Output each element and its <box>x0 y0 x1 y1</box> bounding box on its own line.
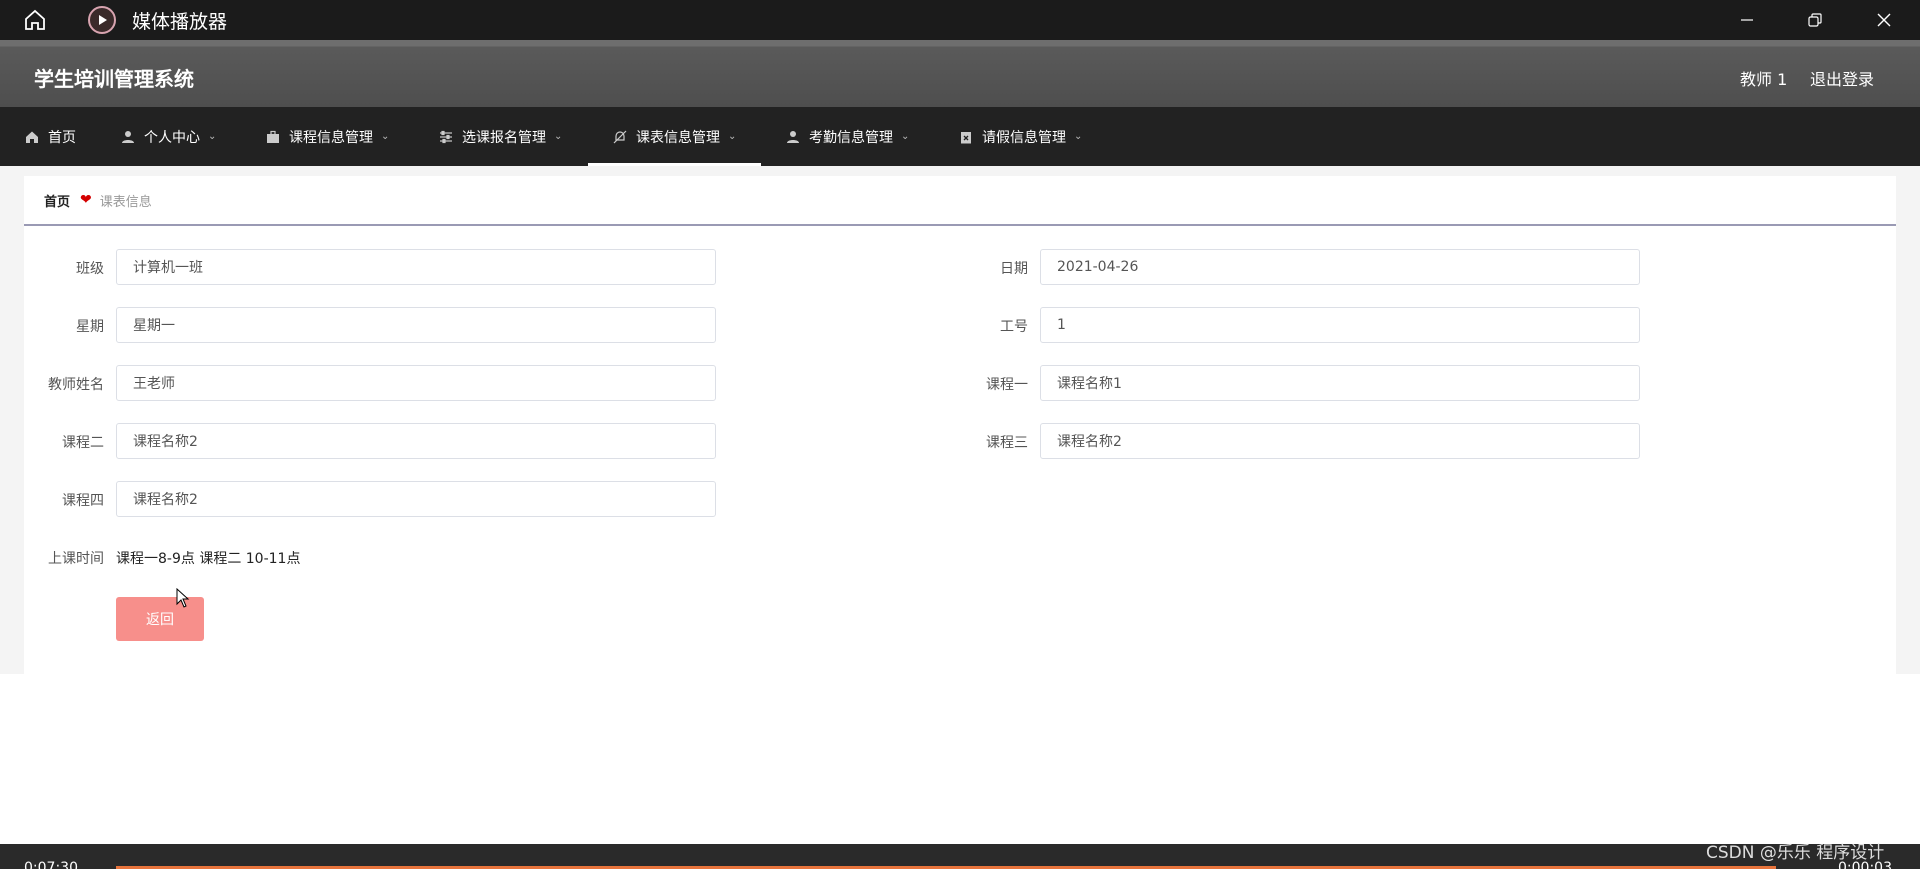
person-icon <box>120 129 136 145</box>
course2-label: 课程二 <box>62 435 104 451</box>
nav-item-timetable[interactable]: 课表信息管理 ⌄ <box>588 107 761 166</box>
sliders-icon <box>438 129 454 145</box>
course1-label: 课程一 <box>986 377 1028 393</box>
back-button[interactable]: 返回 <box>116 597 204 641</box>
minimize-button[interactable] <box>1713 0 1781 40</box>
briefcase-icon <box>265 129 281 145</box>
nav-item-attendance[interactable]: 考勤信息管理 ⌄ <box>761 107 909 166</box>
breadcrumb-home[interactable]: 首页 <box>44 191 70 210</box>
mouse-cursor-icon <box>176 588 190 608</box>
restore-button[interactable] <box>1781 0 1849 40</box>
teacher-value: 王老师 <box>133 376 175 392</box>
person-icon <box>785 129 801 145</box>
elapsed-time: 0:07:30 <box>24 860 78 876</box>
teacher-field[interactable]: 王老师 <box>116 365 716 401</box>
course3-value: 课程名称2 <box>1057 434 1122 450</box>
home-icon <box>24 129 40 145</box>
heart-icon: ❤ <box>80 192 92 208</box>
nav-item-label: 考勤信息管理 <box>809 129 893 146</box>
job-no-value: 1 <box>1057 317 1066 333</box>
course1-value: 课程名称1 <box>1057 376 1122 392</box>
chevron-down-icon: ⌄ <box>901 131 910 142</box>
class-field[interactable]: 计算机一班 <box>116 249 716 285</box>
breadcrumb: 首页 ❤ 课表信息 <box>24 176 1896 226</box>
system-title: 学生培训管理系统 <box>34 67 194 91</box>
bell-off-icon <box>612 129 628 145</box>
nav-item-label: 请假信息管理 <box>982 129 1066 146</box>
nav-item-leave[interactable]: 请假信息管理 ⌄ <box>934 107 1082 166</box>
date-field[interactable]: 2021-04-26 <box>1040 249 1640 285</box>
minimize-icon <box>1741 19 1753 21</box>
current-user[interactable]: 教师 1 <box>1740 66 1787 90</box>
chevron-down-icon: ⌄ <box>1074 131 1083 142</box>
course4-label: 课程四 <box>62 493 104 509</box>
nav-item-home[interactable]: 首页 <box>0 107 76 166</box>
clipboard-icon <box>958 129 974 145</box>
weekday-value: 星期一 <box>133 318 175 334</box>
home-icon <box>25 9 45 30</box>
close-icon <box>1877 13 1891 27</box>
class-time-value: 课程一8-9点 课程二 10-11点 <box>116 551 301 567</box>
nav-item-enrollment[interactable]: 选课报名管理 ⌄ <box>414 107 562 166</box>
player-home-button[interactable] <box>0 0 70 40</box>
watermark: CSDN @乐乐 程序设计 <box>1706 843 1885 863</box>
class-label: 班级 <box>76 261 104 277</box>
close-button[interactable] <box>1850 0 1918 40</box>
main-nav: 首页 个人中心 ⌄ 课程信息管理 ⌄ 选课报名管理 ⌄ 课表信息管理 ⌄ 考勤信… <box>0 107 1920 166</box>
chevron-down-icon: ⌄ <box>554 131 563 142</box>
player-title: 媒体播放器 <box>132 10 228 33</box>
course2-value: 课程名称2 <box>133 434 198 450</box>
nav-item-label: 首页 <box>48 129 76 146</box>
chevron-down-icon: ⌄ <box>208 131 217 142</box>
player-title-bar: 媒体播放器 <box>0 0 1920 40</box>
weekday-label: 星期 <box>76 319 104 335</box>
job-no-label: 工号 <box>1000 319 1028 335</box>
course4-value: 课程名称2 <box>133 492 198 508</box>
chevron-down-icon: ⌄ <box>728 131 737 142</box>
job-no-field[interactable]: 1 <box>1040 307 1640 343</box>
restore-icon <box>1808 13 1822 27</box>
logout-link[interactable]: 退出登录 <box>1810 66 1874 90</box>
app-header: 学生培训管理系统 教师 1 退出登录 <box>0 40 1920 107</box>
nav-item-label: 课程信息管理 <box>289 129 373 146</box>
course3-label: 课程三 <box>986 435 1028 451</box>
media-player-logo <box>88 6 116 34</box>
breadcrumb-current: 课表信息 <box>99 194 152 210</box>
date-label: 日期 <box>1000 261 1028 277</box>
nav-item-label: 课表信息管理 <box>636 129 720 146</box>
date-value: 2021-04-26 <box>1057 259 1139 275</box>
course3-field[interactable]: 课程名称2 <box>1040 423 1640 459</box>
course1-field[interactable]: 课程名称1 <box>1040 365 1640 401</box>
class-time-label: 上课时间 <box>48 551 104 567</box>
teacher-label: 教师姓名 <box>48 377 104 393</box>
course4-field[interactable]: 课程名称2 <box>116 481 716 517</box>
class-value: 计算机一班 <box>133 260 203 276</box>
nav-item-personal-center[interactable]: 个人中心 ⌄ <box>96 107 216 166</box>
weekday-field[interactable]: 星期一 <box>116 307 716 343</box>
nav-item-label: 选课报名管理 <box>462 129 546 146</box>
nav-item-label: 个人中心 <box>144 129 200 146</box>
chevron-down-icon: ⌄ <box>381 131 390 142</box>
nav-item-course-info[interactable]: 课程信息管理 ⌄ <box>241 107 389 166</box>
course2-field[interactable]: 课程名称2 <box>116 423 716 459</box>
